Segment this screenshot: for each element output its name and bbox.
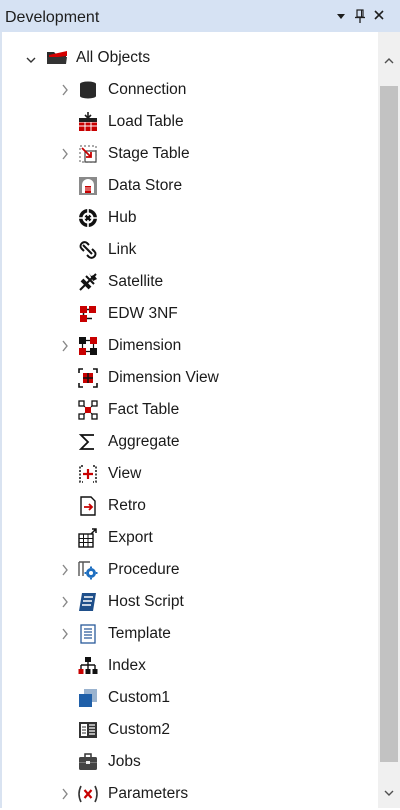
vertical-scrollbar[interactable]: [378, 32, 400, 808]
tree-node-retro[interactable]: Retro: [0, 490, 378, 522]
tree-node-index[interactable]: Index: [0, 650, 378, 682]
tree-node-custom2[interactable]: Custom2: [0, 714, 378, 746]
tree-node-host-script[interactable]: Host Script: [0, 586, 378, 618]
pin-icon[interactable]: [353, 8, 367, 24]
tree-node-label: Template: [108, 625, 171, 642]
chevron-right-icon[interactable]: [60, 84, 70, 96]
chevron-right-icon[interactable]: [60, 596, 70, 608]
tree-node-label: Parameters: [108, 785, 189, 802]
tree-node-hub[interactable]: Hub: [0, 202, 378, 234]
tree-node-all-objects[interactable]: All Objects: [0, 42, 378, 74]
link-icon: [79, 241, 97, 259]
procedure-icon: [78, 561, 98, 580]
tree-node-stage-table[interactable]: Stage Table: [0, 138, 378, 170]
chevron-right-icon[interactable]: [60, 340, 70, 352]
tree-node-fact-table[interactable]: Fact Table: [0, 394, 378, 426]
chevron-right-icon[interactable]: [60, 148, 70, 160]
tree-node-label: EDW 3NF: [108, 305, 178, 322]
sigma-icon: [78, 434, 94, 450]
tree-node-label: Index: [108, 657, 146, 674]
chevron-right-icon[interactable]: [60, 788, 70, 800]
jobs-icon: [79, 753, 97, 770]
tree-node-dimension-view[interactable]: Dimension View: [0, 362, 378, 394]
custom2-icon: [79, 722, 97, 738]
tree-node-label: Load Table: [108, 113, 184, 130]
tree-node-load-table[interactable]: Load Table: [0, 106, 378, 138]
dimension-icon: [79, 337, 97, 355]
panel-title-bar: Development: [0, 0, 400, 32]
panel-title: Development: [5, 9, 100, 26]
tree-node-label: View: [108, 465, 142, 482]
template-icon: [80, 624, 96, 644]
hub-icon: [79, 209, 97, 227]
tree-node-satellite[interactable]: Satellite: [0, 266, 378, 298]
satellite-icon: [79, 273, 97, 291]
chevron-right-icon[interactable]: [60, 564, 70, 576]
export-icon: [78, 528, 97, 548]
tree-node-label: Custom2: [108, 721, 171, 738]
tree-node-label: Dimension: [108, 337, 182, 354]
tree-node-label: Procedure: [108, 561, 180, 578]
tree-node-label: Link: [108, 241, 137, 258]
custom1-icon: [79, 689, 97, 707]
tree-node-label: Connection: [108, 81, 187, 98]
chevron-right-icon[interactable]: [60, 628, 70, 640]
tree-node-label: All Objects: [76, 49, 151, 66]
tree-node-view[interactable]: View: [0, 458, 378, 490]
tree-node-export[interactable]: Export: [0, 522, 378, 554]
tree-node-label: Stage Table: [108, 145, 190, 162]
retro-icon: [80, 496, 96, 516]
stage-table-icon: [79, 145, 97, 163]
view-icon: [79, 465, 97, 483]
folder-icon: [47, 51, 67, 64]
tree-node-label: Jobs: [108, 753, 141, 770]
tree-node-jobs[interactable]: Jobs: [0, 746, 378, 778]
tree-node-connection[interactable]: Connection: [0, 74, 378, 106]
tree-node-template[interactable]: Template: [0, 618, 378, 650]
tree-node-dimension[interactable]: Dimension: [0, 330, 378, 362]
edw-icon: [80, 306, 96, 322]
tree-node-label: Dimension View: [108, 369, 219, 386]
tree-node-label: Fact Table: [108, 401, 180, 418]
tree-node-label: Hub: [108, 209, 137, 226]
tree-node-link[interactable]: Link: [0, 234, 378, 266]
panel-menu-dropdown-icon[interactable]: [334, 8, 348, 24]
tree-node-procedure[interactable]: Procedure: [0, 554, 378, 586]
tree-node-custom1[interactable]: Custom1: [0, 682, 378, 714]
tree-node-label: Aggregate: [108, 433, 180, 450]
tree-node-label: Satellite: [108, 273, 164, 290]
load-table-icon: [79, 112, 97, 131]
scroll-thumb[interactable]: [380, 86, 398, 762]
dimension-view-icon: [78, 368, 98, 388]
tree-node-parameters[interactable]: Parameters: [0, 778, 378, 810]
scroll-down-button[interactable]: [378, 768, 400, 808]
tree-node-data-store[interactable]: Data Store: [0, 170, 378, 202]
tree-node-edw-3nf[interactable]: EDW 3NF: [0, 298, 378, 330]
tree-node-label: Custom1: [108, 689, 171, 706]
tree-node-label: Export: [108, 529, 153, 546]
tree-node-aggregate[interactable]: Aggregate: [0, 426, 378, 458]
fact-table-icon: [78, 400, 98, 420]
parameters-icon: [78, 785, 98, 803]
database-icon: [80, 81, 96, 99]
index-icon: [78, 657, 98, 674]
scroll-up-button[interactable]: [378, 32, 400, 86]
chevron-down-icon[interactable]: [26, 54, 36, 66]
data-store-icon: [79, 177, 97, 195]
tree-node-label: Host Script: [108, 593, 184, 610]
close-icon[interactable]: [371, 6, 387, 22]
tree-node-label: Retro: [108, 497, 146, 514]
tree-node-label: Data Store: [108, 177, 183, 194]
host-script-icon: [79, 593, 96, 611]
